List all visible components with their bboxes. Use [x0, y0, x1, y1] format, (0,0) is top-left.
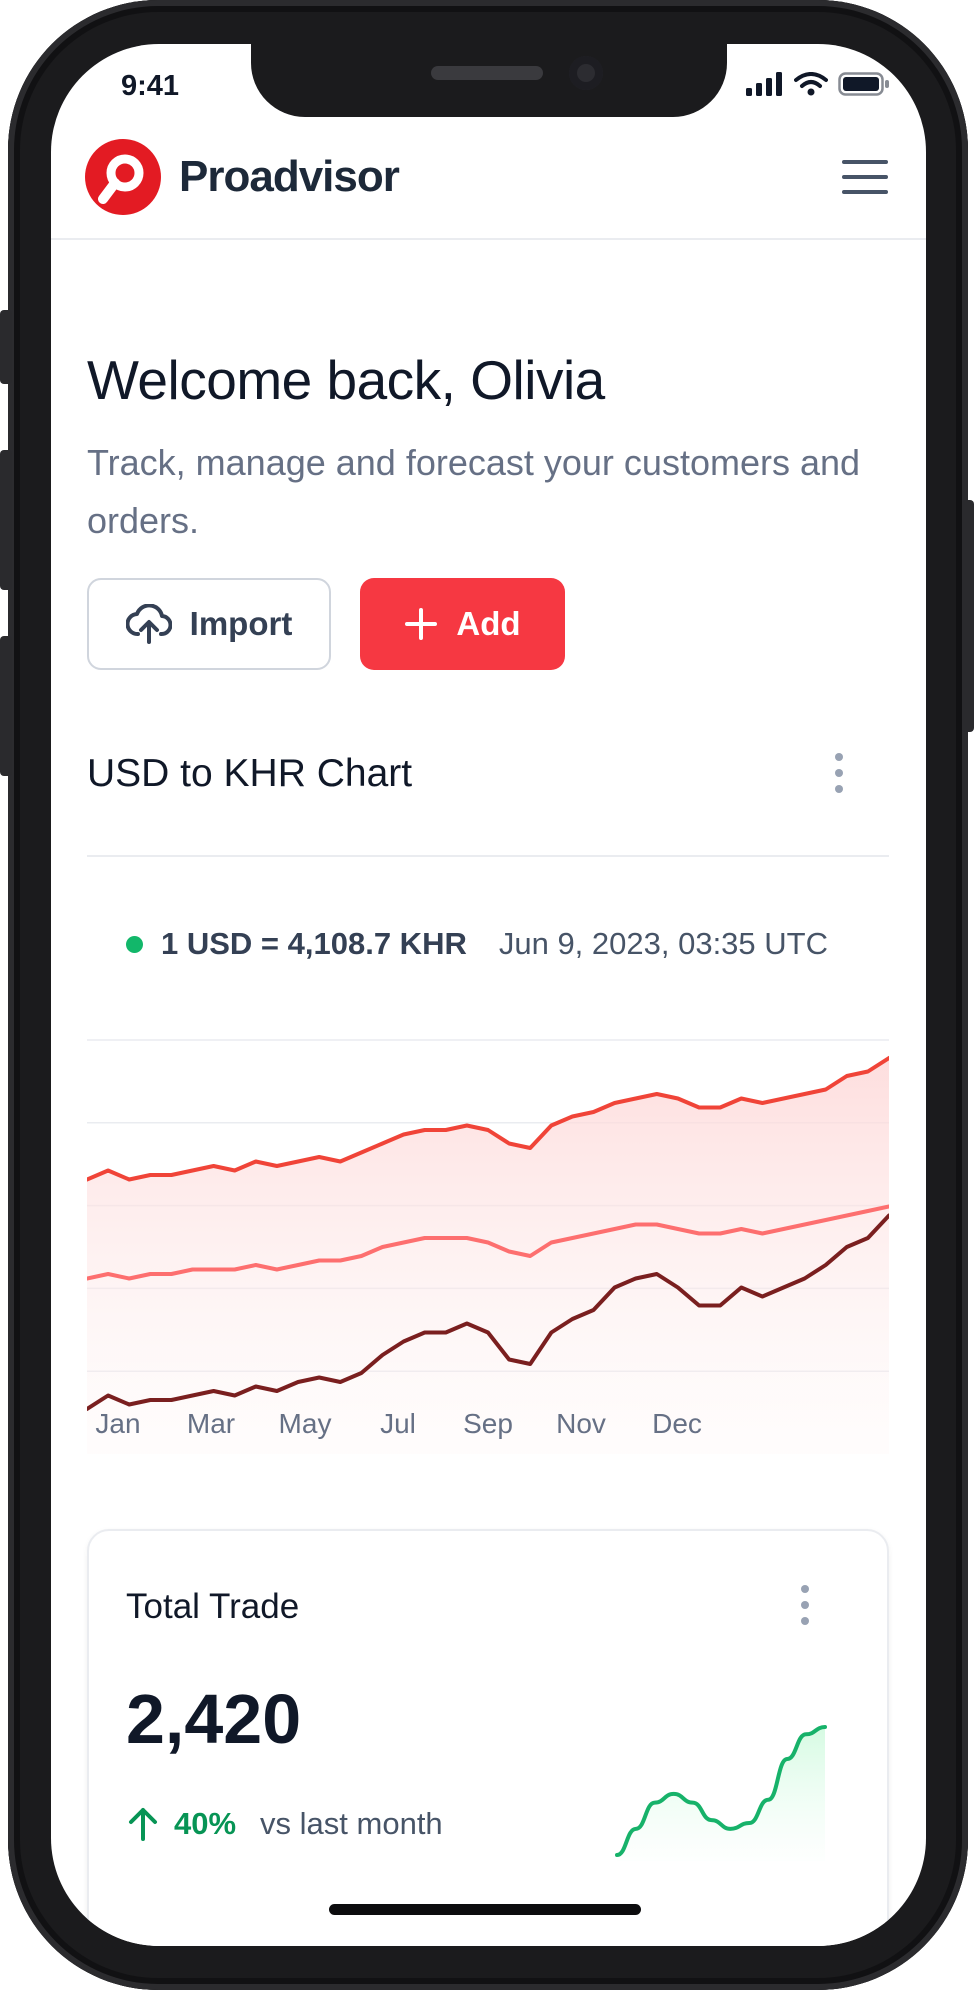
status-icons: [746, 72, 890, 96]
app-header: Proadvisor: [51, 116, 926, 240]
page-title: Welcome back, Olivia: [87, 349, 605, 411]
speaker: [431, 66, 543, 80]
total-trade-card: Total Trade 2,420 40% vs last month: [87, 1529, 889, 1946]
page-subtitle: Track, manage and forecast your customer…: [87, 442, 861, 541]
import-button[interactable]: Import: [87, 578, 331, 670]
hamburger-menu-icon[interactable]: [840, 152, 890, 202]
plus-icon: [405, 608, 438, 640]
chart-more-options-icon[interactable]: [829, 749, 849, 799]
x-tick-label: Mar: [186, 1408, 236, 1439]
series-area-fill: [87, 1058, 889, 1454]
exchange-rate: 1 USD = 4,108.7 KHR: [161, 926, 467, 961]
spark-area: [617, 1727, 825, 1861]
x-tick-label: Jul: [380, 1408, 416, 1439]
power-button: [962, 500, 974, 732]
trend-row: 40% vs last month: [126, 1806, 443, 1842]
x-tick-label: Jan: [95, 1408, 141, 1439]
x-tick-label: Nov: [556, 1408, 606, 1439]
chart-title: USD to KHR Chart: [87, 752, 413, 795]
notch: [251, 44, 727, 117]
wifi-icon: [794, 72, 828, 96]
brand-name: Proadvisor: [179, 152, 400, 201]
card-title: Total Trade: [126, 1587, 300, 1626]
action-button: [0, 310, 12, 384]
arrow-up-icon: [129, 1808, 157, 1841]
status-time: 9:41: [121, 70, 180, 102]
volume-up-button: [0, 450, 12, 590]
rate-row: 1 USD = 4,108.7 KHR Jun 9, 2023, 03:35 U…: [126, 926, 828, 962]
front-camera: [569, 56, 603, 90]
volume-down-button: [0, 636, 12, 776]
live-indicator: [126, 935, 143, 953]
import-label: Import: [189, 605, 293, 642]
x-tick-label: Sep: [463, 1408, 513, 1439]
add-label: Add: [456, 605, 521, 642]
home-indicator: [329, 1904, 641, 1915]
screen: 9:41 Proadvisor Welcome back, Olivia Tra…: [51, 44, 926, 1946]
trade-sparkline: [615, 1725, 827, 1861]
total-trade-value: 2,420: [126, 1680, 302, 1758]
x-tick-label: Dec: [652, 1408, 702, 1439]
battery-icon: [838, 72, 889, 96]
x-tick-label: May: [278, 1408, 332, 1439]
device-mockup: 9:41 Proadvisor Welcome back, Olivia Tra…: [0, 0, 977, 1990]
add-button[interactable]: Add: [360, 578, 565, 670]
exchange-rate-chart: [87, 1039, 889, 1454]
trend-percent: 40%: [174, 1806, 237, 1841]
cloud-upload-icon: [125, 604, 172, 644]
chart-divider: [87, 855, 889, 857]
card-more-options-icon[interactable]: [795, 1581, 815, 1631]
signal-icon: [746, 72, 782, 96]
rate-timestamp: Jun 9, 2023, 03:35 UTC: [498, 926, 828, 961]
brand-logo-icon: [85, 139, 161, 215]
trend-label: vs last month: [260, 1806, 443, 1841]
